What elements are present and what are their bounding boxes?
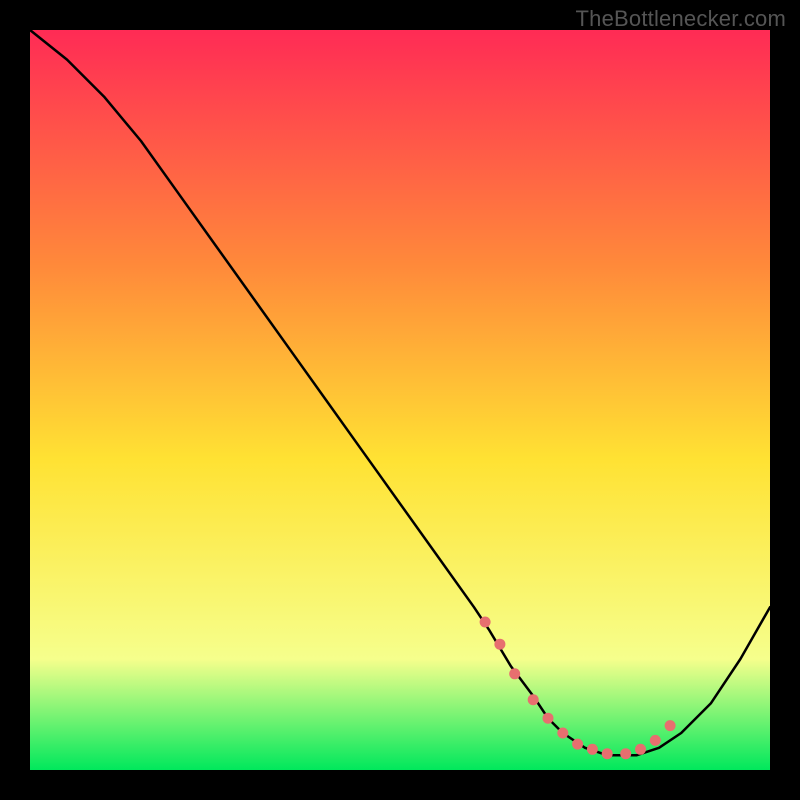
- marker-dot: [528, 694, 539, 705]
- marker-dot: [620, 748, 631, 759]
- chart-frame: TheBottlenecker.com: [0, 0, 800, 800]
- marker-dot: [557, 728, 568, 739]
- marker-dot: [572, 739, 583, 750]
- marker-dot: [635, 744, 646, 755]
- marker-dot: [650, 735, 661, 746]
- marker-dot: [494, 639, 505, 650]
- marker-dot: [480, 617, 491, 628]
- marker-dot: [665, 720, 676, 731]
- marker-dot: [543, 713, 554, 724]
- attribution-text: TheBottlenecker.com: [576, 6, 786, 32]
- bottleneck-chart: [0, 0, 800, 800]
- marker-dot: [602, 748, 613, 759]
- marker-dot: [509, 668, 520, 679]
- marker-dot: [587, 744, 598, 755]
